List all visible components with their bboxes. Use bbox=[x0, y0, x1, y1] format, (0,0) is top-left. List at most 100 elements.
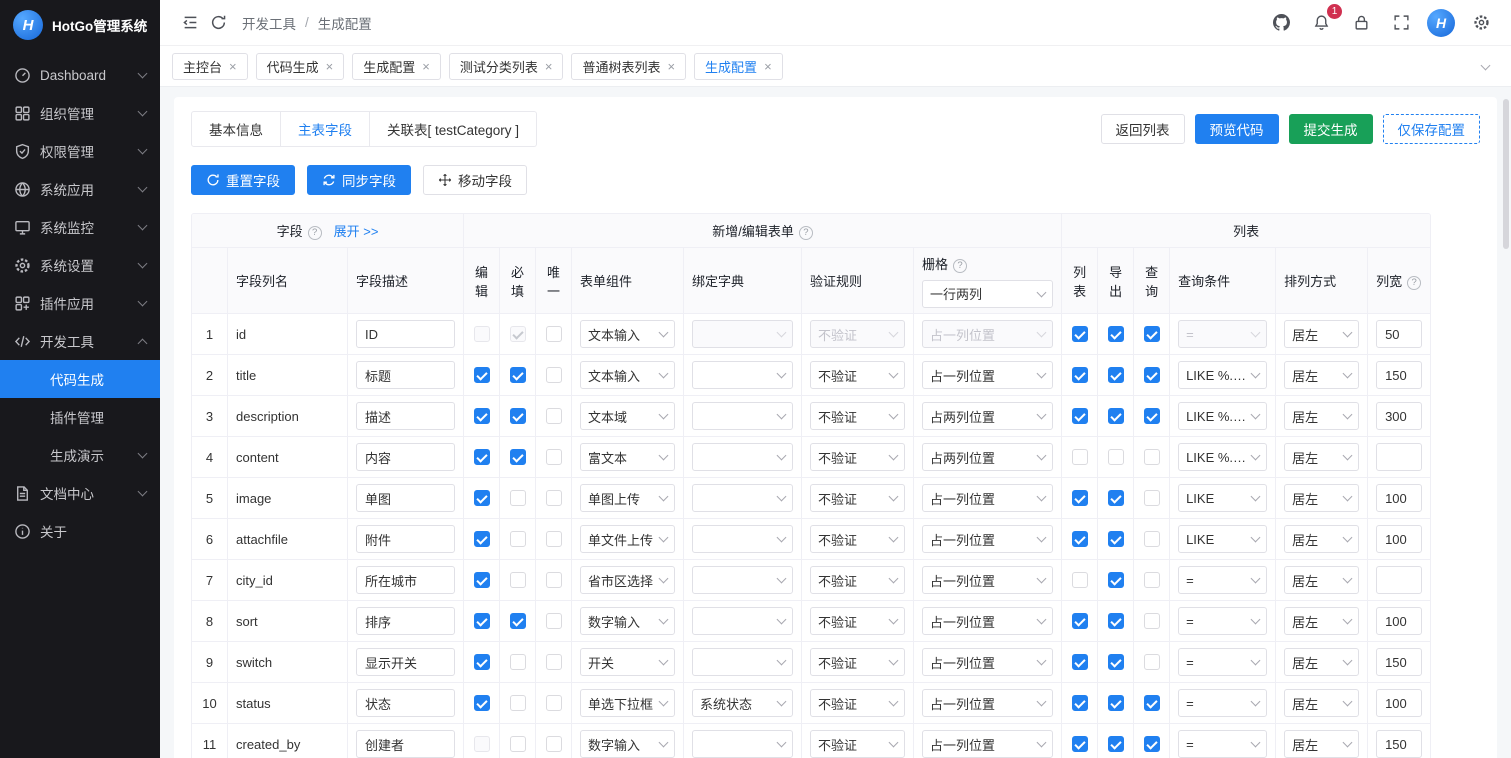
collapse-sidebar-icon[interactable] bbox=[176, 9, 204, 37]
field-desc-input[interactable] bbox=[356, 689, 455, 717]
required-checkbox[interactable] bbox=[510, 531, 526, 547]
query-checkbox[interactable] bbox=[1144, 736, 1160, 752]
required-checkbox[interactable] bbox=[510, 490, 526, 506]
required-checkbox[interactable] bbox=[510, 572, 526, 588]
required-checkbox[interactable] bbox=[510, 654, 526, 670]
align-select[interactable]: 居左 bbox=[1284, 443, 1359, 471]
bind-dict-select[interactable]: 系统状态 bbox=[692, 689, 793, 717]
validation-rule-select[interactable]: 不验证 bbox=[810, 443, 905, 471]
tab-basic-info[interactable]: 基本信息 bbox=[191, 111, 281, 147]
page-scrollbar[interactable] bbox=[1503, 99, 1509, 249]
tabbar-more-button[interactable] bbox=[1471, 52, 1499, 80]
query-checkbox[interactable] bbox=[1144, 367, 1160, 383]
sidebar-item-plugin-management[interactable]: 插件管理 bbox=[0, 398, 160, 436]
grid-layout-select[interactable]: 一行两列 bbox=[922, 280, 1053, 308]
notifications-button[interactable]: 1 bbox=[1307, 9, 1335, 37]
lock-screen-icon[interactable] bbox=[1347, 9, 1375, 37]
validation-rule-select[interactable]: 不验证 bbox=[810, 525, 905, 553]
list-checkbox[interactable] bbox=[1072, 408, 1088, 424]
validation-rule-select[interactable]: 不验证 bbox=[810, 320, 905, 348]
column-width-input[interactable] bbox=[1376, 730, 1422, 758]
required-checkbox[interactable] bbox=[510, 613, 526, 629]
expand-fields-link[interactable]: 展开 >> bbox=[334, 224, 379, 239]
list-checkbox[interactable] bbox=[1072, 572, 1088, 588]
query-condition-select[interactable]: = bbox=[1178, 730, 1267, 758]
bind-dict-select[interactable] bbox=[692, 730, 793, 758]
page-tab[interactable]: 普通树表列表× bbox=[571, 53, 686, 80]
validation-rule-select[interactable]: 不验证 bbox=[810, 361, 905, 389]
column-width-input[interactable] bbox=[1376, 689, 1422, 717]
query-checkbox[interactable] bbox=[1144, 613, 1160, 629]
grid-select[interactable]: 占一列位置 bbox=[922, 484, 1053, 512]
bind-dict-select[interactable] bbox=[692, 566, 793, 594]
validation-rule-select[interactable]: 不验证 bbox=[810, 484, 905, 512]
tab-main-table-fields[interactable]: 主表字段 bbox=[281, 111, 370, 147]
query-condition-select[interactable]: LIKE bbox=[1178, 525, 1267, 553]
unique-checkbox[interactable] bbox=[546, 572, 562, 588]
list-checkbox[interactable] bbox=[1072, 736, 1088, 752]
column-width-input[interactable] bbox=[1376, 361, 1422, 389]
edit-checkbox[interactable] bbox=[474, 613, 490, 629]
export-checkbox[interactable] bbox=[1108, 367, 1124, 383]
reset-fields-button[interactable]: 重置字段 bbox=[191, 165, 295, 195]
unique-checkbox[interactable] bbox=[546, 490, 562, 506]
bind-dict-select[interactable] bbox=[692, 648, 793, 676]
bind-dict-select[interactable] bbox=[692, 607, 793, 635]
field-desc-input[interactable] bbox=[356, 443, 455, 471]
align-select[interactable]: 居左 bbox=[1284, 648, 1359, 676]
form-component-select[interactable]: 文本域 bbox=[580, 402, 675, 430]
sidebar-item-system-settings[interactable]: 系统设置 bbox=[0, 246, 160, 284]
sidebar-item-dashboard[interactable]: Dashboard bbox=[0, 56, 160, 94]
sidebar-item-code-generation[interactable]: 代码生成 bbox=[0, 360, 160, 398]
column-width-input[interactable] bbox=[1376, 402, 1422, 430]
sidebar-item-about[interactable]: 关于 bbox=[0, 512, 160, 550]
align-select[interactable]: 居左 bbox=[1284, 484, 1359, 512]
page-tab[interactable]: 生成配置× bbox=[352, 53, 441, 80]
query-condition-select[interactable]: = bbox=[1178, 320, 1267, 348]
field-desc-input[interactable] bbox=[356, 484, 455, 512]
list-checkbox[interactable] bbox=[1072, 449, 1088, 465]
back-to-list-button[interactable]: 返回列表 bbox=[1101, 114, 1185, 144]
form-component-select[interactable]: 文本输入 bbox=[580, 361, 675, 389]
sidebar-item-permission-management[interactable]: 权限管理 bbox=[0, 132, 160, 170]
sidebar-item-plugin-app[interactable]: 插件应用 bbox=[0, 284, 160, 322]
align-select[interactable]: 居左 bbox=[1284, 566, 1359, 594]
unique-checkbox[interactable] bbox=[546, 695, 562, 711]
query-checkbox[interactable] bbox=[1144, 408, 1160, 424]
query-checkbox[interactable] bbox=[1144, 572, 1160, 588]
query-checkbox[interactable] bbox=[1144, 449, 1160, 465]
list-checkbox[interactable] bbox=[1072, 654, 1088, 670]
list-checkbox[interactable] bbox=[1072, 490, 1088, 506]
close-tab-icon[interactable]: × bbox=[229, 60, 237, 73]
sidebar-item-dev-tools[interactable]: 开发工具 bbox=[0, 322, 160, 360]
column-width-input[interactable] bbox=[1376, 320, 1422, 348]
export-checkbox[interactable] bbox=[1108, 613, 1124, 629]
sidebar-item-system-monitor[interactable]: 系统监控 bbox=[0, 208, 160, 246]
grid-select[interactable]: 占一列位置 bbox=[922, 566, 1053, 594]
query-condition-select[interactable]: = bbox=[1178, 689, 1267, 717]
edit-checkbox[interactable] bbox=[474, 736, 490, 752]
page-tab[interactable]: 生成配置× bbox=[694, 53, 783, 80]
export-checkbox[interactable] bbox=[1108, 531, 1124, 547]
field-desc-input[interactable] bbox=[356, 525, 455, 553]
query-condition-select[interactable]: LIKE bbox=[1178, 484, 1267, 512]
query-condition-select[interactable]: = bbox=[1178, 648, 1267, 676]
edit-checkbox[interactable] bbox=[474, 531, 490, 547]
bind-dict-select[interactable] bbox=[692, 484, 793, 512]
list-checkbox[interactable] bbox=[1072, 695, 1088, 711]
field-desc-input[interactable] bbox=[356, 402, 455, 430]
grid-select[interactable]: 占两列位置 bbox=[922, 402, 1053, 430]
column-width-input[interactable] bbox=[1376, 648, 1422, 676]
unique-checkbox[interactable] bbox=[546, 654, 562, 670]
form-component-select[interactable]: 富文本 bbox=[580, 443, 675, 471]
align-select[interactable]: 居左 bbox=[1284, 361, 1359, 389]
list-checkbox[interactable] bbox=[1072, 531, 1088, 547]
field-desc-input[interactable] bbox=[356, 648, 455, 676]
form-component-select[interactable]: 数字输入 bbox=[580, 607, 675, 635]
align-select[interactable]: 居左 bbox=[1284, 607, 1359, 635]
close-tab-icon[interactable]: × bbox=[326, 60, 334, 73]
grid-select[interactable]: 占一列位置 bbox=[922, 320, 1053, 348]
page-tab[interactable]: 代码生成× bbox=[256, 53, 345, 80]
list-checkbox[interactable] bbox=[1072, 326, 1088, 342]
query-condition-select[interactable]: = bbox=[1178, 607, 1267, 635]
